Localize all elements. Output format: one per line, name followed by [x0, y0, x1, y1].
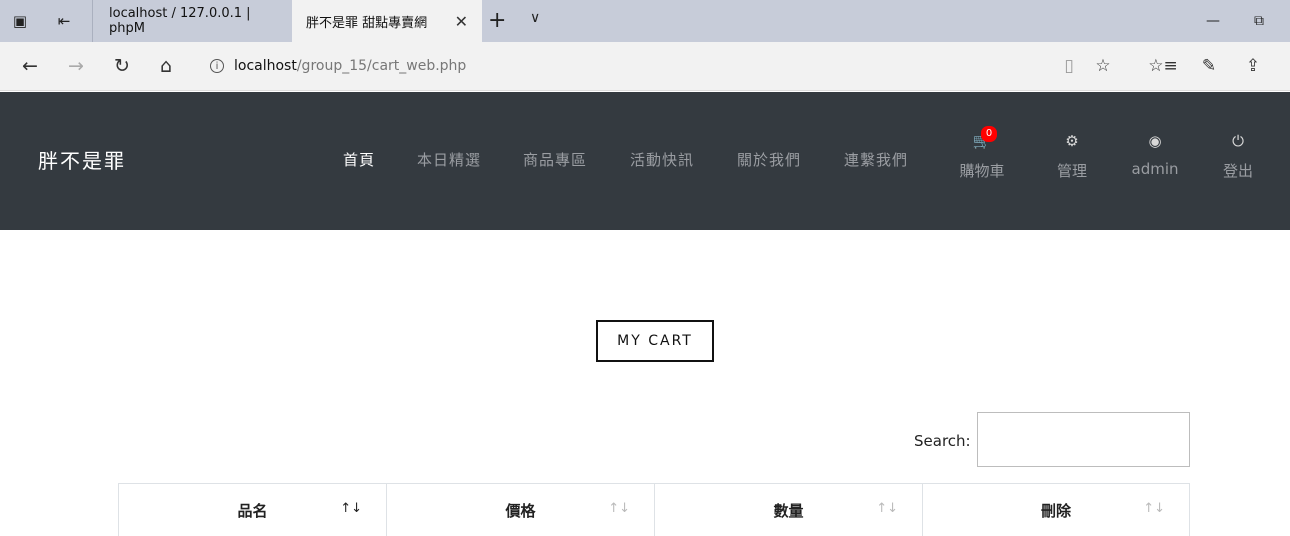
- new-tab-icon[interactable]: +: [488, 8, 506, 33]
- cart-label: 購物車: [959, 162, 1005, 180]
- cart-icon: 🛒 0: [947, 126, 1017, 156]
- nav-user[interactable]: ◉ admin: [1120, 132, 1190, 178]
- forward-arrow-icon[interactable]: →: [62, 52, 90, 80]
- tab-actions-icon[interactable]: ▣: [0, 0, 40, 42]
- manage-label: 管理: [1056, 162, 1087, 180]
- nav-link-home[interactable]: 首頁: [343, 149, 375, 170]
- user-circle-icon: ◉: [1148, 132, 1162, 150]
- url-host: localhost: [234, 58, 297, 74]
- user-label: admin: [1131, 160, 1179, 178]
- tab-title: localhost / 127.0.0.1 | phpM: [109, 6, 251, 36]
- tab-preview-chevron-icon[interactable]: ∨: [530, 10, 540, 26]
- favorites-list-icon[interactable]: ☆≡: [1148, 54, 1177, 78]
- browser-tab-active[interactable]: 胖不是罪 甜點專賣網 ✕: [292, 0, 482, 42]
- share-icon[interactable]: ⇪: [1240, 54, 1266, 78]
- column-header-label: 品名: [237, 501, 268, 520]
- favorite-star-icon[interactable]: ☆: [1090, 54, 1116, 78]
- web-notes-icon[interactable]: ✎: [1196, 54, 1222, 78]
- column-header-price[interactable]: 價格 ↑↓: [386, 484, 654, 536]
- site-brand[interactable]: 胖不是罪: [38, 145, 126, 174]
- reading-view-icon[interactable]: ▯: [1056, 54, 1082, 78]
- column-header-label: 數量: [773, 501, 804, 520]
- nav-manage[interactable]: ⚙ 管理: [1037, 132, 1107, 181]
- tab-title: 胖不是罪 甜點專賣網: [306, 15, 428, 31]
- nav-link-events[interactable]: 活動快訊: [630, 149, 694, 170]
- browser-tab-phpmyadmin[interactable]: localhost / 127.0.0.1 | phpM: [92, 0, 290, 42]
- nav-link-contact[interactable]: 連繫我們: [844, 149, 908, 170]
- nav-logout[interactable]: ⏻ 登出: [1203, 132, 1273, 181]
- site-navbar: 胖不是罪 首頁 本日精選 商品專區 活動快訊 關於我們 連繫我們 🛒 0 購物車…: [0, 92, 1290, 230]
- nav-link-about[interactable]: 關於我們: [737, 149, 801, 170]
- user-gear-icon: ⚙: [1065, 132, 1079, 150]
- home-icon[interactable]: ⌂: [152, 52, 180, 80]
- nav-link-products[interactable]: 商品專區: [523, 149, 587, 170]
- browser-address-bar: ← → ↻ ⌂ i localhost/group_15/cart_web.ph…: [0, 42, 1290, 91]
- set-tabs-aside-icon[interactable]: ⇤: [44, 0, 84, 42]
- nav-cart[interactable]: 🛒 0 購物車: [947, 126, 1017, 181]
- search-label: Search:: [914, 432, 971, 450]
- url-path: /group_15/cart_web.php: [296, 58, 467, 74]
- sort-icon[interactable]: ↑↓: [876, 501, 898, 516]
- refresh-icon[interactable]: ↻: [108, 52, 136, 80]
- cart-table-header: 品名 ↑↓ 價格 ↑↓ 數量 ↑↓ 刪除 ↑↓: [118, 483, 1190, 536]
- cart-count-badge: 0: [981, 126, 997, 142]
- power-icon: ⏻: [1232, 132, 1244, 150]
- restore-icon[interactable]: ⧉: [1236, 0, 1282, 42]
- close-tab-icon[interactable]: ✕: [455, 12, 468, 31]
- nav-link-daily-picks[interactable]: 本日精選: [417, 149, 481, 170]
- column-header-delete[interactable]: 刪除 ↑↓: [922, 484, 1190, 536]
- site-info-icon[interactable]: i: [210, 59, 224, 73]
- column-header-name[interactable]: 品名 ↑↓: [118, 484, 386, 536]
- browser-tab-strip: ▣ ⇤ localhost / 127.0.0.1 | phpM 胖不是罪 甜點…: [0, 0, 1290, 42]
- sort-icon[interactable]: ↑↓: [608, 501, 630, 516]
- sort-icon[interactable]: ↑↓: [1143, 501, 1165, 516]
- column-header-label: 價格: [505, 501, 536, 520]
- logout-label: 登出: [1222, 162, 1253, 180]
- column-header-quantity[interactable]: 數量 ↑↓: [654, 484, 922, 536]
- search-input[interactable]: [977, 412, 1190, 467]
- column-header-label: 刪除: [1040, 501, 1071, 520]
- sort-icon[interactable]: ↑↓: [340, 501, 362, 516]
- url-field[interactable]: i localhost/group_15/cart_web.php: [210, 50, 1050, 82]
- back-arrow-icon[interactable]: ←: [16, 52, 44, 80]
- page-title: MY CART: [596, 320, 714, 362]
- minimize-icon[interactable]: —: [1190, 0, 1236, 42]
